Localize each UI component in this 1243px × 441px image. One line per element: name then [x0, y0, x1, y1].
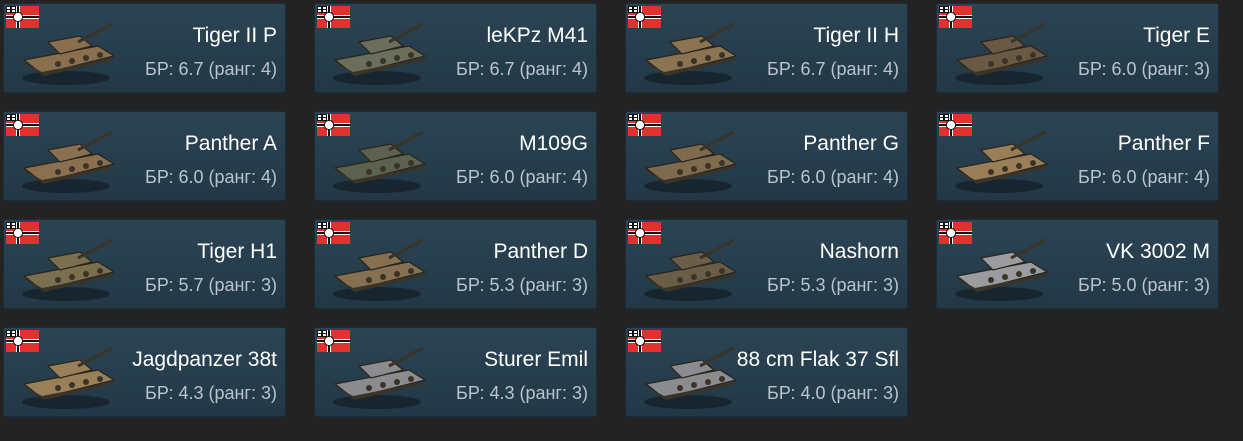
- tank-destroyer-icon: [644, 238, 738, 301]
- vehicle-battle-rating: БР: 6.0 (ранг: 4): [1078, 167, 1210, 187]
- vehicle-card[interactable]: VK 3002 M БР: 5.0 (ранг: 3): [936, 219, 1219, 309]
- vehicle-grid: Tiger II P БР: 6.7 (ранг: 4) leKPz M41 Б…: [3, 3, 1243, 417]
- vehicle-battle-rating: БР: 6.7 (ранг: 4): [145, 59, 277, 79]
- vehicle-card[interactable]: Panther G БР: 6.0 (ранг: 4): [625, 111, 908, 201]
- vehicle-battle-rating: БР: 6.7 (ранг: 4): [456, 59, 588, 79]
- vehicle-battle-rating: БР: 6.0 (ранг: 4): [767, 167, 899, 187]
- vehicle-name: Tiger II H: [813, 24, 899, 47]
- vehicle-name: Panther D: [493, 240, 588, 263]
- heavy-tank-icon: [955, 22, 1049, 85]
- tiger-ii-tank-icon: [644, 22, 738, 85]
- vehicle-name: Nashorn: [819, 240, 899, 263]
- vehicle-card[interactable]: M109G БР: 6.0 (ранг: 4): [314, 111, 597, 201]
- vehicle-name: 88 cm Flak 37 Sfl: [736, 348, 899, 371]
- self-propelled-howitzer-icon: [333, 130, 427, 193]
- vehicle-name: M109G: [519, 132, 588, 155]
- self-propelled-gun-icon: [644, 346, 738, 409]
- vehicle-name: Tiger II P: [192, 24, 277, 47]
- vehicle-card[interactable]: Tiger II P БР: 6.7 (ранг: 4): [3, 3, 286, 93]
- vehicle-card[interactable]: Panther F БР: 6.0 (ранг: 4): [936, 111, 1219, 201]
- vehicle-name: Panther F: [1117, 132, 1210, 155]
- vehicle-battle-rating: БР: 6.0 (ранг: 4): [456, 167, 588, 187]
- panther-tank-icon: [955, 130, 1049, 193]
- vehicle-card[interactable]: Panther D БР: 5.3 (ранг: 3): [314, 219, 597, 309]
- vehicle-battle-rating: БР: 4.3 (ранг: 3): [456, 383, 588, 403]
- vehicle-name: Panther G: [803, 132, 899, 155]
- vehicle-name: Sturer Emil: [484, 348, 588, 371]
- panther-tank-icon: [644, 130, 738, 193]
- vehicle-card[interactable]: Tiger E БР: 6.0 (ранг: 3): [936, 3, 1219, 93]
- vehicle-name: VK 3002 M: [1106, 240, 1210, 263]
- vehicle-card[interactable]: Nashorn БР: 5.3 (ранг: 3): [625, 219, 908, 309]
- tank-destroyer-icon: [333, 346, 427, 409]
- vehicle-card[interactable]: leKPz M41 БР: 6.7 (ранг: 4): [314, 3, 597, 93]
- vehicle-card[interactable]: Sturer Emil БР: 4.3 (ранг: 3): [314, 327, 597, 417]
- vehicle-battle-rating: БР: 4.0 (ранг: 3): [767, 383, 899, 403]
- vehicle-battle-rating: БР: 5.3 (ранг: 3): [767, 275, 899, 295]
- vehicle-battle-rating: БР: 5.0 (ранг: 3): [1078, 275, 1210, 295]
- tiger-ii-tank-icon: [22, 22, 116, 85]
- vehicle-battle-rating: БР: 6.0 (ранг: 3): [1078, 59, 1210, 79]
- vehicle-name: Tiger H1: [197, 240, 277, 263]
- vehicle-battle-rating: БР: 6.7 (ранг: 4): [767, 59, 899, 79]
- vehicle-battle-rating: БР: 4.3 (ранг: 3): [145, 383, 277, 403]
- panther-tank-icon: [22, 130, 116, 193]
- vehicle-name: Jagdpanzer 38t: [132, 348, 277, 371]
- medium-tank-icon: [955, 238, 1049, 301]
- tank-destroyer-icon: [22, 346, 116, 409]
- light-tank-icon: [333, 22, 427, 85]
- vehicle-card[interactable]: 88 cm Flak 37 Sfl БР: 4.0 (ранг: 3): [625, 327, 908, 417]
- vehicle-card[interactable]: Tiger II H БР: 6.7 (ранг: 4): [625, 3, 908, 93]
- vehicle-card[interactable]: Tiger H1 БР: 5.7 (ранг: 3): [3, 219, 286, 309]
- vehicle-battle-rating: БР: 5.3 (ранг: 3): [456, 275, 588, 295]
- vehicle-battle-rating: БР: 5.7 (ранг: 3): [145, 275, 277, 295]
- vehicle-name: Panther A: [184, 132, 277, 155]
- vehicle-card[interactable]: Panther A БР: 6.0 (ранг: 4): [3, 111, 286, 201]
- panther-tank-icon: [333, 238, 427, 301]
- vehicle-name: Tiger E: [1143, 24, 1210, 47]
- vehicle-card[interactable]: Jagdpanzer 38t БР: 4.3 (ранг: 3): [3, 327, 286, 417]
- vehicle-battle-rating: БР: 6.0 (ранг: 4): [145, 167, 277, 187]
- vehicle-name: leKPz M41: [486, 24, 588, 47]
- heavy-tank-icon: [22, 238, 116, 301]
